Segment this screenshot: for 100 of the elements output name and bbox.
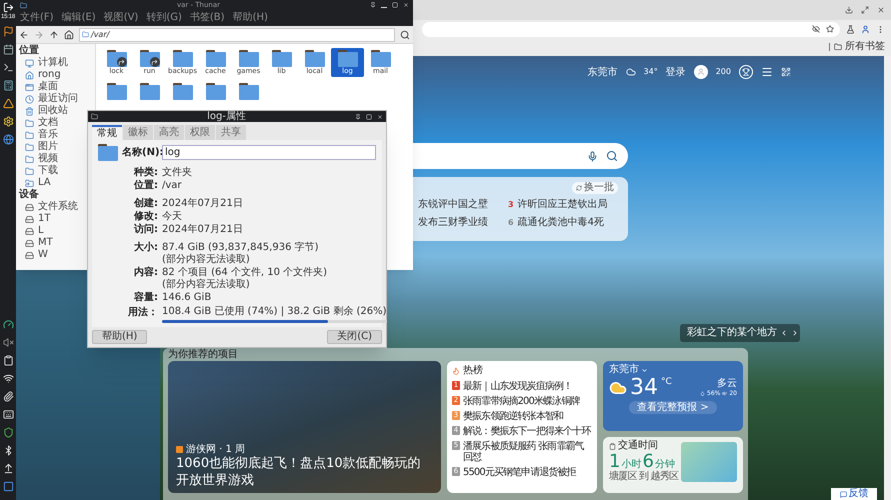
previous-button[interactable] xyxy=(780,329,788,337)
refresh-button[interactable]: 换一批 xyxy=(572,182,618,194)
folder-icon xyxy=(25,130,34,140)
menu-item[interactable]: 编辑(E) xyxy=(62,12,96,24)
field-label: 种类: xyxy=(132,167,158,179)
folder-icon xyxy=(91,113,98,120)
sidebar-item[interactable]: 回收站 xyxy=(19,105,68,117)
menu-item[interactable]: 文件(F) xyxy=(20,12,54,24)
logout-button[interactable] xyxy=(1,2,15,13)
login-link[interactable]: 登录 xyxy=(666,64,686,80)
sidebar-item[interactable]: MT xyxy=(19,237,53,249)
dialog-tab[interactable]: 高亮 xyxy=(154,125,184,140)
cone-icon[interactable] xyxy=(1,96,15,110)
duration-unit: 小时 xyxy=(621,459,642,471)
folder-icon xyxy=(172,83,192,100)
folder-icon xyxy=(140,83,160,100)
square-icon[interactable] xyxy=(1,480,15,493)
sidebar-item[interactable]: 视频 xyxy=(19,153,58,165)
folder-icon xyxy=(338,50,358,67)
up-button[interactable] xyxy=(49,30,59,40)
bookmarks-folder[interactable]: 所有书签 xyxy=(834,41,885,53)
folder-icon xyxy=(272,50,292,67)
sidebar-item[interactable]: LA xyxy=(19,177,51,189)
avatar xyxy=(694,65,708,79)
sidebar-item[interactable]: 桌面 xyxy=(19,81,58,93)
hot-list-link[interactable]: 最新｜山东发现炭疽病例！ xyxy=(463,381,572,392)
menu-item[interactable]: 视图(V) xyxy=(104,12,138,24)
maximize-button[interactable] xyxy=(392,2,398,8)
profile-button[interactable] xyxy=(861,24,870,34)
close-button[interactable] xyxy=(877,6,885,14)
dialog-tab[interactable]: 徽标 xyxy=(123,125,153,140)
dialog-button[interactable]: 关闭(C) xyxy=(327,330,382,344)
field-label: 访问: xyxy=(132,224,158,236)
qr-code-button[interactable] xyxy=(781,67,791,77)
drive-icon xyxy=(25,214,34,224)
sidebar-item[interactable]: 最近访问 xyxy=(19,93,78,105)
hot-list-link[interactable]: 张雨霏带病摘200米蝶泳铜牌 xyxy=(463,396,580,407)
sidebar-item[interactable]: 文件系统 xyxy=(19,201,78,213)
hot-list-link[interactable]: 解说：樊振东下一把得来个十环 xyxy=(463,426,590,437)
dialog-button[interactable]: 帮助(H) xyxy=(92,330,148,344)
menu-item[interactable]: 转到(G) xyxy=(146,12,182,24)
microphone-icon xyxy=(587,150,598,162)
calendar-icon[interactable] xyxy=(1,42,15,56)
maximize-button[interactable] xyxy=(861,6,869,14)
menu-button[interactable] xyxy=(761,66,773,78)
sidebar-item[interactable]: L xyxy=(19,225,44,237)
drive-icon xyxy=(25,202,34,212)
field-value: /var xyxy=(162,180,182,192)
download-button[interactable] xyxy=(845,6,853,14)
search-icon xyxy=(606,150,618,162)
gauge-icon[interactable] xyxy=(1,318,15,331)
sidebar-item[interactable]: rong xyxy=(19,69,61,81)
feedback-button[interactable]: 反馈 xyxy=(831,488,877,500)
field-value: 82 个项目 (64 个文件, 10 个文件夹) xyxy=(162,267,328,278)
pin-button[interactable] xyxy=(370,2,376,8)
dialog-tab[interactable]: 权限 xyxy=(185,125,215,140)
back-button[interactable] xyxy=(19,30,29,40)
weather-condition: 多云 xyxy=(717,378,737,389)
forecast-link[interactable]: 查看完整预报 > xyxy=(629,401,717,414)
field-label: 位置: xyxy=(132,180,158,192)
sidebar-item[interactable]: W xyxy=(19,249,48,261)
folder-icon xyxy=(238,83,258,100)
home-button[interactable] xyxy=(64,30,74,40)
hot-search-link[interactable]: 东锐评中国之壁 xyxy=(418,199,488,211)
menu-item[interactable]: 帮助(H) xyxy=(232,12,268,24)
keyboard-icon[interactable] xyxy=(1,408,15,421)
news-title[interactable]: 1060也能彻底起飞！盘点10款低配畅玩的开放世界游戏 xyxy=(176,455,433,489)
hot-list-link[interactable]: 潘展乐被质疑服药 张雨霏霸气回怼 xyxy=(463,441,592,463)
paperclip-icon[interactable] xyxy=(1,390,15,403)
menu-item[interactable]: 书签(B) xyxy=(190,12,225,24)
hot-search-link[interactable]: 发布三财季业绩 xyxy=(418,217,488,229)
name-field[interactable]: log xyxy=(162,145,376,160)
folder-icon xyxy=(238,50,258,67)
window-title: log-属性 xyxy=(206,111,247,122)
globe-icon[interactable] xyxy=(1,132,15,146)
maximize-button[interactable] xyxy=(366,114,372,120)
search-button[interactable] xyxy=(400,30,410,40)
path-field[interactable]: /var/ xyxy=(79,28,395,42)
hot-list-link[interactable]: 樊振东领跑逆转张本智和 xyxy=(463,411,564,422)
pin-button[interactable] xyxy=(355,114,361,120)
trophy-button[interactable] xyxy=(739,65,753,79)
refresh-icon xyxy=(576,185,582,191)
sidebar-item[interactable]: 1T xyxy=(19,213,50,225)
dialog-tab[interactable]: 共享 xyxy=(216,125,246,140)
hot-list-link[interactable]: 5500元买钢笔申请退货被拒 xyxy=(463,467,576,478)
dialog-tab[interactable]: 常规 xyxy=(92,125,122,140)
sidebar-item[interactable]: 图片 xyxy=(19,141,58,153)
labs-button[interactable] xyxy=(846,24,855,34)
sidebar-item[interactable]: 文档 xyxy=(19,117,58,129)
folder-icon xyxy=(304,50,324,67)
gear-icon[interactable] xyxy=(1,114,15,128)
next-button[interactable] xyxy=(791,329,799,337)
field-value: 今天 xyxy=(162,211,182,223)
hot-search-link[interactable]: 疏通化粪池中毒4死 xyxy=(518,217,604,229)
hot-search-link[interactable]: 许昕回应王楚钦出局 xyxy=(518,199,608,211)
eye-off-icon xyxy=(812,25,820,33)
sidebar-item[interactable]: 计算机 xyxy=(19,57,68,69)
muted-speaker-icon[interactable] xyxy=(1,336,15,349)
sidebar-item[interactable]: 音乐 xyxy=(19,129,58,141)
sidebar-item[interactable]: 下载 xyxy=(19,165,58,177)
